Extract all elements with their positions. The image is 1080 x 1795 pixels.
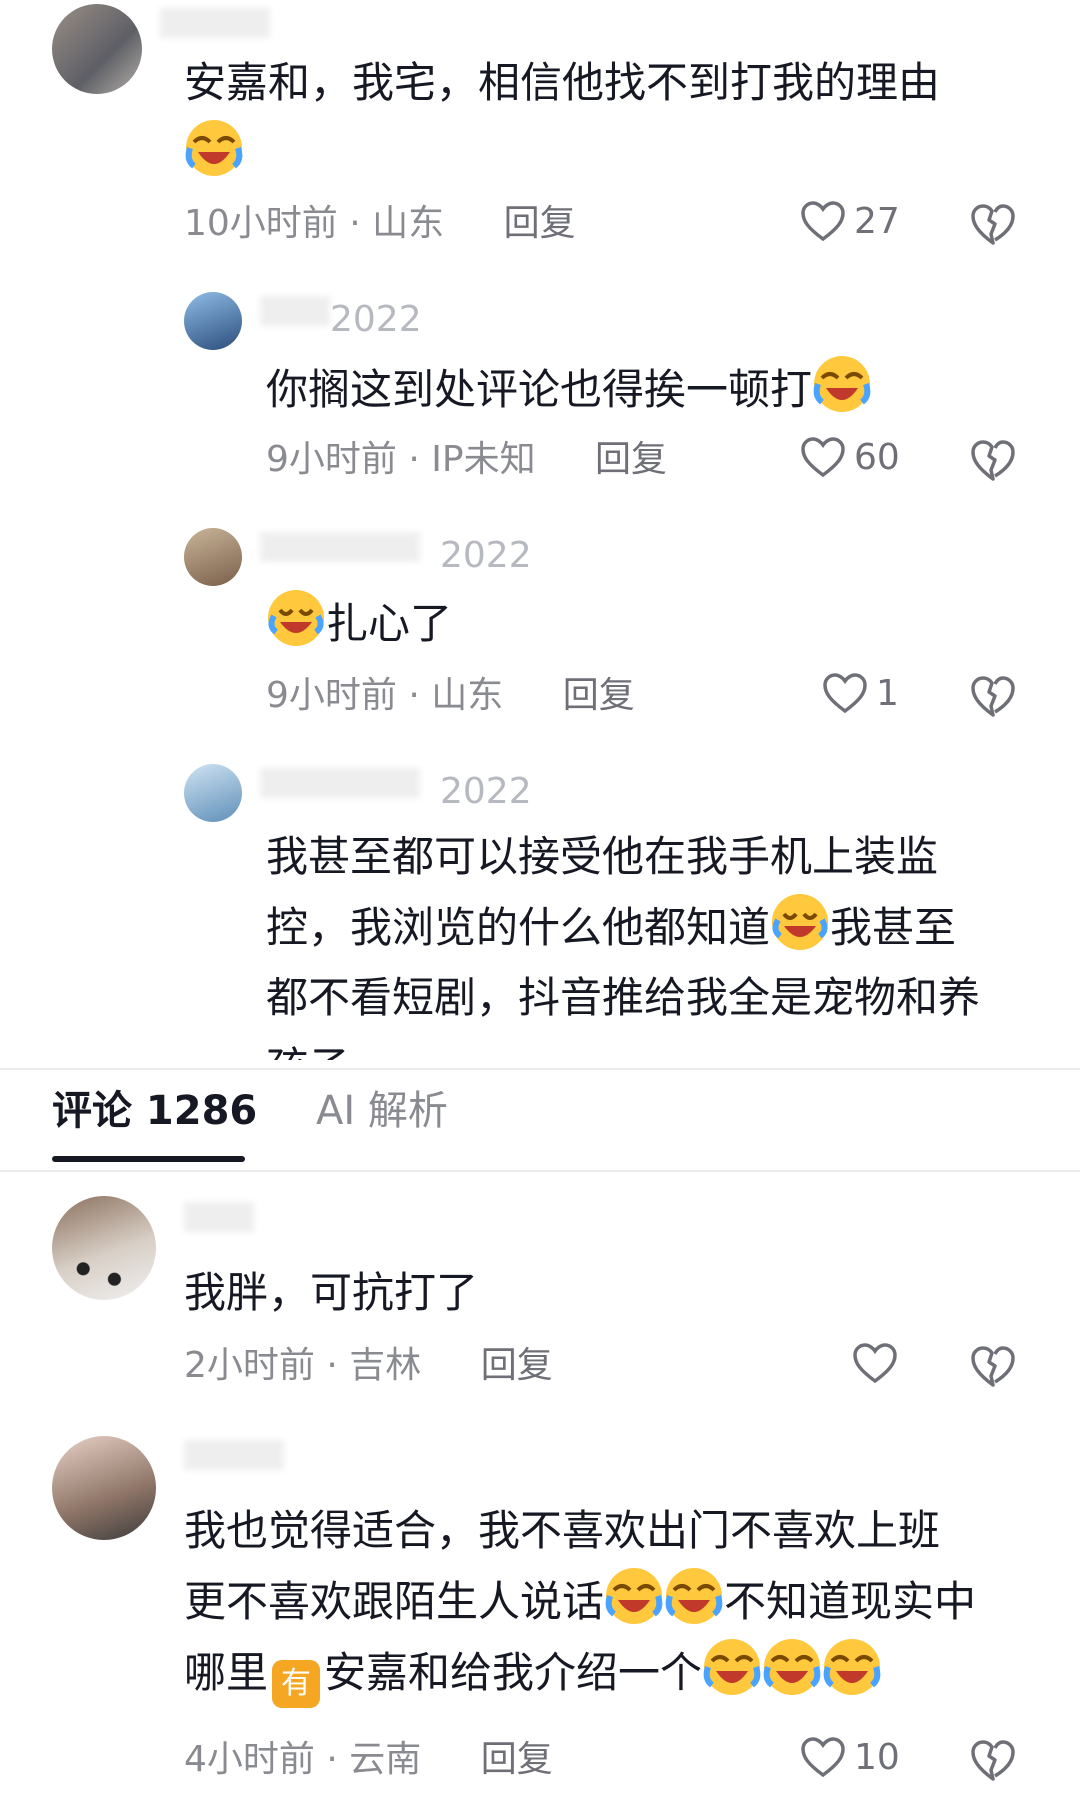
reply-text: 扎心了 [266, 588, 452, 659]
username-blurred [184, 1202, 254, 1232]
like-count: 60 [854, 436, 900, 478]
reply-button[interactable]: 回复 [504, 203, 576, 244]
avatar[interactable] [52, 1196, 156, 1300]
like-count: 27 [854, 200, 900, 242]
reply-button[interactable]: 回复 [481, 1345, 553, 1386]
heart-outline-icon [853, 1343, 897, 1384]
emoji-laugh-cry-icon [772, 894, 829, 950]
comment-tab-bar: 评论 1286 AI 解析 [0, 1068, 1080, 1172]
emoji-laugh-cry-icon [665, 1568, 723, 1624]
heart-outline-icon [801, 437, 845, 478]
emoji-laugh-cry-icon [813, 356, 871, 412]
username-blurred [160, 8, 270, 38]
emoji-laugh-cry-icon [823, 1639, 881, 1695]
username-blurred [260, 768, 420, 798]
broken-heart-icon[interactable] [970, 1344, 1016, 1388]
heart-outline-icon [823, 673, 867, 714]
username-blurred [260, 532, 420, 562]
username-blurred [184, 1440, 284, 1470]
reply-meta: 9小时前 · IP未知 回复 [266, 439, 668, 480]
avatar[interactable] [52, 1436, 156, 1540]
tab-active-indicator [52, 1156, 245, 1162]
comment-text: 安嘉和，我宅，相信他找不到打我的理由 [184, 58, 941, 107]
comment-meta: 10小时前 · 山东 回复 [184, 203, 576, 244]
tab-comments[interactable]: 评论 1286 [52, 1086, 257, 1136]
like-button[interactable]: 10 [800, 1736, 900, 1778]
reply-username: 2022 [440, 535, 532, 576]
broken-heart-icon[interactable] [970, 1738, 1016, 1782]
reply-username: 2022 [330, 299, 422, 340]
reply-meta: 9小时前 · 山东 回复 [266, 675, 635, 716]
reply-button[interactable]: 回复 [595, 439, 667, 480]
like-button[interactable]: 60 [800, 436, 900, 478]
reply-username: 2022 [440, 771, 532, 812]
broken-heart-icon[interactable] [970, 438, 1016, 482]
avatar[interactable] [52, 4, 142, 94]
avatar[interactable] [184, 764, 242, 822]
emoji-laugh-cry-icon [605, 1568, 663, 1624]
heart-outline-icon [801, 1737, 845, 1778]
reply-button[interactable]: 回复 [563, 675, 635, 716]
emoji-laugh-cry-icon [268, 590, 324, 646]
heart-outline-icon [801, 201, 845, 242]
like-button[interactable]: 27 [800, 200, 900, 242]
cut-edge [0, 1060, 1080, 1068]
broken-heart-icon[interactable] [970, 674, 1016, 718]
like-button[interactable] [852, 1342, 898, 1384]
comment-meta: 4小时前 · 云南 回复 [184, 1739, 553, 1780]
comment-text: 我也觉得适合，我不喜欢出门不喜欢上班 更不喜欢跟陌生人说话 不知道现实中 哪里有安… [184, 1496, 976, 1708]
avatar[interactable] [184, 528, 242, 586]
username-blurred [260, 296, 330, 326]
tab-ai-analysis[interactable]: AI 解析 [316, 1086, 448, 1136]
emoji-laugh-cry-icon [703, 1639, 761, 1695]
like-count: 1 [876, 672, 899, 714]
comment-meta: 2小时前 · 吉林 回复 [184, 1345, 553, 1386]
comment-text: 我胖，可抗打了 [184, 1268, 479, 1317]
emoji-laugh-cry-icon [184, 118, 244, 178]
reply-button[interactable]: 回复 [481, 1739, 553, 1780]
keyword-tag[interactable]: 有 [272, 1660, 321, 1708]
reply-text: 你搁这到处评论也得挨一顿打 [266, 354, 872, 425]
like-button[interactable]: 1 [822, 672, 899, 714]
like-count: 10 [854, 1736, 900, 1778]
avatar[interactable] [184, 292, 242, 350]
emoji-laugh-cry-icon [763, 1639, 821, 1695]
broken-heart-icon[interactable] [970, 202, 1016, 246]
